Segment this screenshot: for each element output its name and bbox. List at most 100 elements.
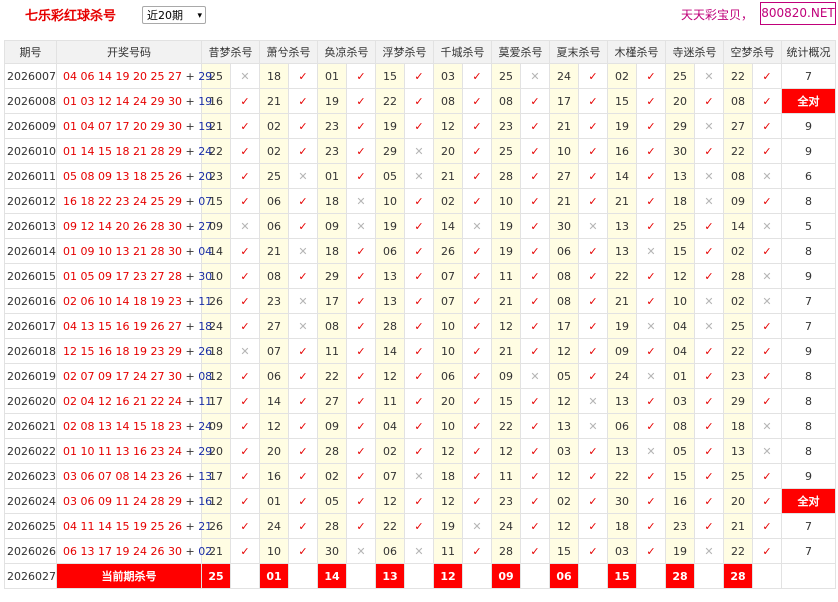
check-icon: ✓ (636, 413, 666, 439)
stat-cell: 8 (781, 438, 836, 464)
draw-numbers-cell: 01 05 09 17 23 27 28 + 30 (56, 263, 212, 289)
check-icon: ✓ (230, 288, 260, 314)
kill-number-cell: 08 (549, 263, 579, 289)
check-icon: ✓ (404, 113, 434, 139)
check-icon: ✓ (578, 538, 608, 564)
check-icon: ✓ (520, 188, 550, 214)
check-icon: ✓ (578, 463, 608, 489)
check-icon: ✓ (404, 413, 434, 439)
check-icon: ✓ (520, 263, 550, 289)
check-icon: ✓ (346, 338, 376, 364)
check-icon: ✓ (346, 88, 376, 114)
kill-number-cell: 01 (317, 163, 347, 189)
kill-number-cell: 15 (375, 63, 405, 89)
check-icon: ✓ (752, 138, 782, 164)
kill-number-cell: 03 (665, 388, 695, 414)
check-icon: ✓ (694, 238, 724, 264)
red-numbers: 01 10 11 13 16 23 24 (63, 444, 182, 458)
draw-numbers-cell: 01 14 15 18 21 28 29 + 24 (56, 138, 212, 164)
period-select[interactable]: 近20期 ▾ (142, 6, 206, 24)
kill-number-cell: 16 (259, 463, 289, 489)
current-row: 2026027 当前期杀号 25 01 14 13 12 09 06 15 28 28 (4, 563, 836, 589)
draw-numbers-cell: 01 09 10 13 21 28 30 + 04 (56, 238, 212, 264)
red-numbers: 04 06 14 19 20 25 27 (63, 69, 182, 83)
cross-icon: ✕ (752, 438, 782, 464)
kill-number-cell: 03 (433, 63, 463, 89)
site-badge[interactable]: 800820.NET (760, 2, 836, 25)
red-numbers: 12 15 16 18 19 23 29 (63, 344, 182, 358)
cross-icon: ✕ (520, 363, 550, 389)
check-icon: ✓ (462, 488, 492, 514)
check-icon: ✓ (288, 138, 318, 164)
check-icon: ✓ (520, 513, 550, 539)
cross-icon: ✕ (404, 538, 434, 564)
kill-number-cell: 19 (607, 113, 637, 139)
check-icon: ✓ (578, 63, 608, 89)
check-icon: ✓ (520, 238, 550, 264)
check-icon: ✓ (636, 513, 666, 539)
draw-numbers-cell: 02 08 13 14 15 18 23 + 24 (56, 413, 212, 439)
cross-icon: ✕ (288, 238, 318, 264)
column-header: 奂凉杀号 (317, 40, 376, 64)
kill-number-cell: 12 (549, 463, 579, 489)
table-row: 2026007 04 06 14 19 20 25 27 + 29 25 ✕ 18 ✓ 01… (4, 63, 836, 89)
check-icon: ✓ (462, 313, 492, 339)
kill-number-cell: 10 (549, 138, 579, 164)
kill-number-cell: 11 (491, 463, 521, 489)
kill-number-cell: 10 (665, 288, 695, 314)
kill-number-cell: 19 (317, 88, 347, 114)
cross-icon: ✕ (462, 513, 492, 539)
kill-number-cell: 21 (259, 88, 289, 114)
kill-number-cell: 30 (317, 538, 347, 564)
kill-number-cell: 10 (491, 188, 521, 214)
kill-number-cell: 25 (665, 63, 695, 89)
check-icon: ✓ (520, 213, 550, 239)
kill-number-cell: 25 (723, 463, 753, 489)
stat-cell: 9 (781, 138, 836, 164)
kill-number-cell: 21 (549, 113, 579, 139)
kill-number-cell: 26 (433, 238, 463, 264)
kill-number-cell: 03 (607, 538, 637, 564)
current-kill-number: 12 (433, 563, 463, 589)
kill-number-cell: 05 (317, 488, 347, 514)
kill-number-cell: 08 (259, 263, 289, 289)
plus-sign: + (181, 394, 199, 408)
check-icon: ✓ (462, 363, 492, 389)
kill-number-cell: 23 (491, 113, 521, 139)
kill-number-cell: 22 (723, 538, 753, 564)
kill-number-cell: 12 (491, 438, 521, 464)
plus-sign: + (181, 494, 199, 508)
check-icon: ✓ (752, 488, 782, 514)
check-icon: ✓ (636, 338, 666, 364)
check-icon: ✓ (520, 438, 550, 464)
check-icon: ✓ (578, 513, 608, 539)
kill-number-cell: 22 (491, 413, 521, 439)
check-icon: ✓ (404, 513, 434, 539)
current-kill-number: 25 (201, 563, 231, 589)
kill-number-cell: 11 (491, 263, 521, 289)
draw-numbers-cell: 02 06 10 14 18 19 23 + 11 (56, 288, 212, 314)
column-header: 萧兮杀号 (259, 40, 318, 64)
kill-number-cell: 29 (317, 263, 347, 289)
kill-number-cell: 13 (607, 388, 637, 414)
plus-sign: + (181, 219, 199, 233)
check-icon: ✓ (404, 488, 434, 514)
kill-number-cell: 16 (607, 138, 637, 164)
blank-cell (752, 563, 782, 589)
plus-sign: + (181, 194, 199, 208)
red-numbers: 09 12 14 20 26 28 30 (63, 219, 182, 233)
kill-number-cell: 18 (259, 63, 289, 89)
kill-number-cell: 23 (665, 513, 695, 539)
plus-sign: + (181, 144, 199, 158)
cross-icon: ✕ (752, 163, 782, 189)
check-icon: ✓ (694, 88, 724, 114)
table-row: 2026011 05 08 09 13 18 25 26 + 20 23 ✓ 25 ✕ 01… (4, 163, 836, 189)
check-icon: ✓ (230, 138, 260, 164)
kill-number-cell: 12 (433, 488, 463, 514)
promo-text[interactable]: 天天彩宝贝， (681, 6, 753, 23)
kill-number-cell: 18 (607, 513, 637, 539)
kill-number-cell: 06 (607, 413, 637, 439)
red-numbers: 01 09 10 13 21 28 30 (63, 244, 182, 258)
red-numbers: 01 05 09 17 23 27 28 (63, 269, 182, 283)
column-header: 统计概况 (781, 40, 836, 64)
